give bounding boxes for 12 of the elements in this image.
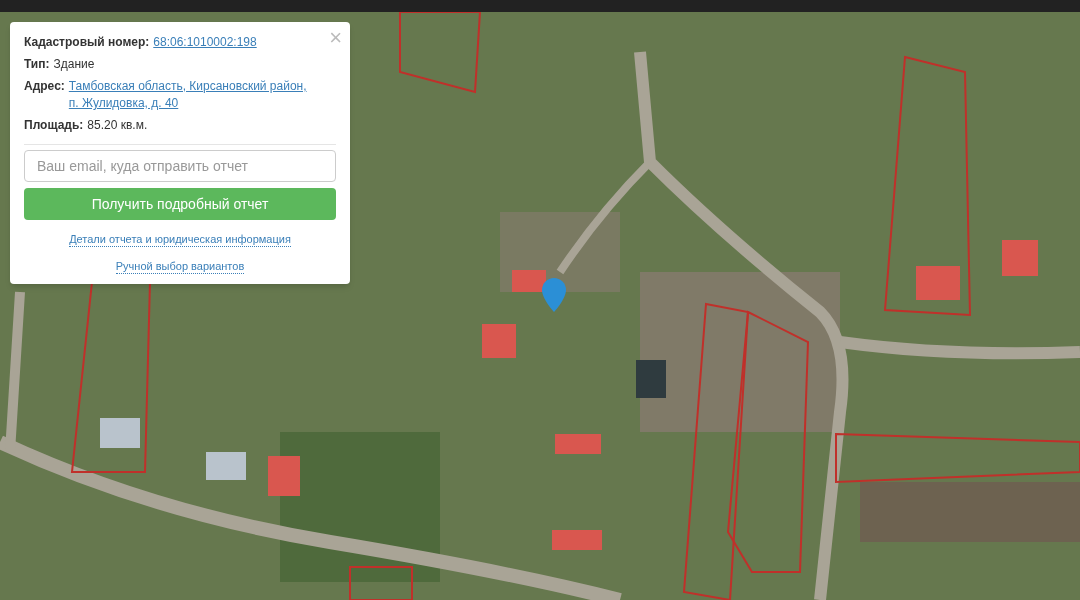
field-label: Кадастровый номер: — [24, 34, 150, 51]
field-link[interactable]: 68:06:1010002:198 — [153, 34, 316, 51]
field-value: 85.20 кв.м. — [87, 117, 148, 134]
get-report-button[interactable]: Получить подробный отчет — [24, 188, 336, 220]
field-value: Здание — [53, 56, 95, 73]
email-input[interactable]: Ваш email, куда отправить отчет — [24, 150, 336, 182]
field-label: Площадь: — [24, 117, 84, 134]
field-label: Тип: — [24, 56, 50, 73]
text-link[interactable]: Ручной выбор вариантов — [115, 259, 245, 274]
field-link[interactable]: Тамбовская область, Кирсановский район, п. Жулидовка, д. 40 — [68, 78, 316, 112]
field-label: Адрес: — [24, 78, 65, 95]
text-link[interactable]: Детали отчета и юридическая информация — [69, 232, 291, 247]
